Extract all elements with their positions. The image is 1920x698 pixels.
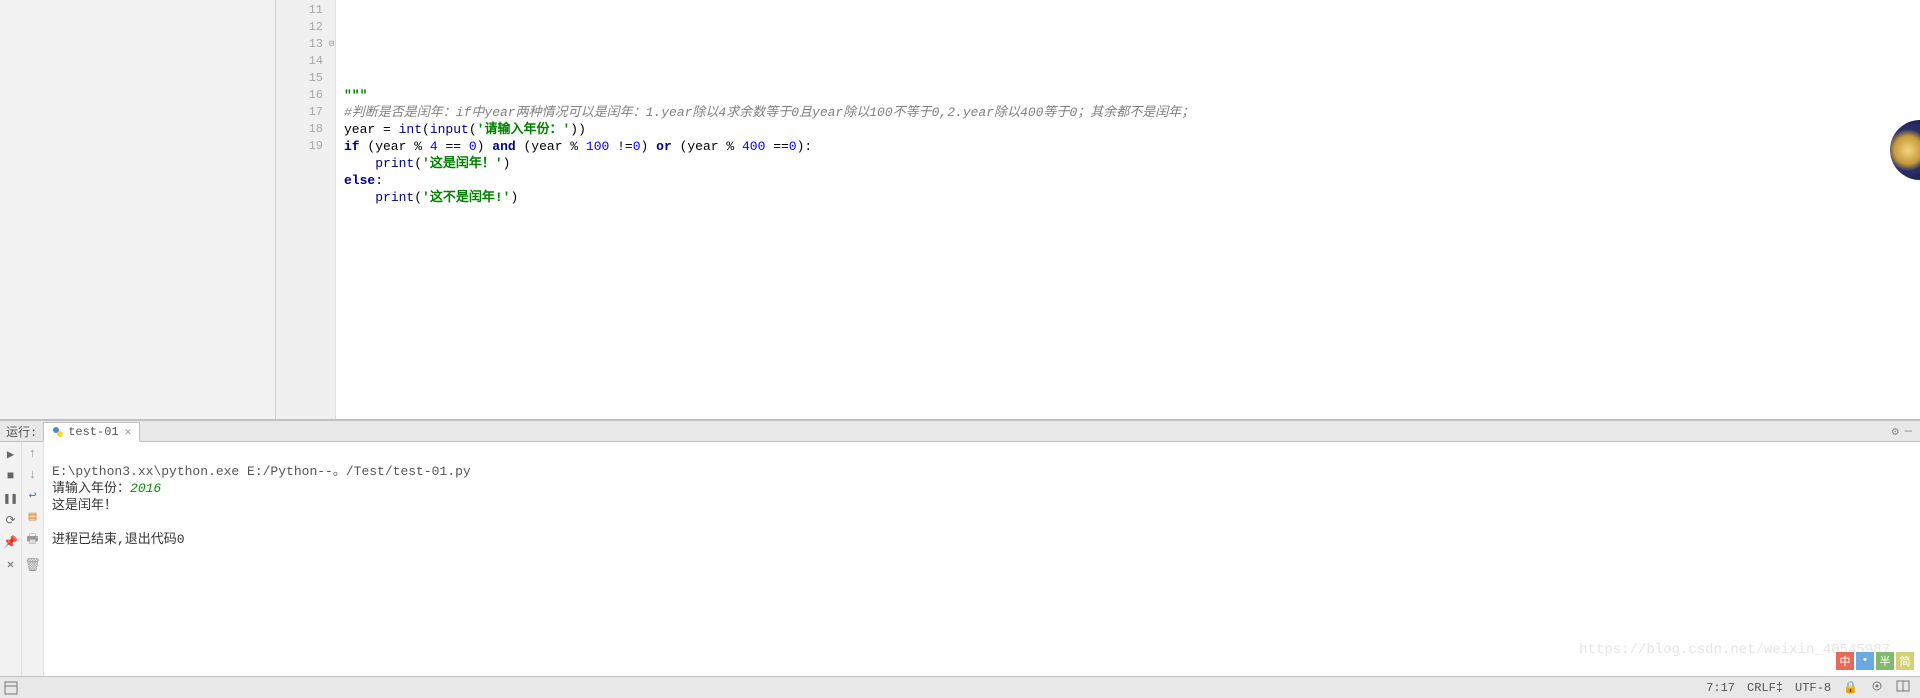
line-number: 13 [276,36,335,53]
run-label: 运行: [0,423,43,440]
line-number: 12 [276,19,335,36]
console-cmd: E:\python3.xx\python.exe E:/Python--。/Te… [52,464,471,479]
close-icon[interactable]: ✕ [125,425,132,439]
corner-badge: 半 [1876,652,1894,670]
up-icon[interactable]: ↑ [29,446,37,461]
run-toolbar-left: ▶ ■ ❚❚ ⟳ 📌 ✕ [0,442,22,676]
print-icon[interactable]: 🖶 [26,530,38,552]
line-number: 18 [276,121,335,138]
editor-area: 111213141516171819 ⊟ """#判断是否是闰年：if中year… [0,0,1920,420]
code-line[interactable] [344,53,1920,70]
code-line[interactable]: #判断是否是闰年：if中year两种情况可以是闰年：1.year除以4求余数等于… [344,104,1920,121]
restart-icon[interactable]: ⟳ [3,512,19,528]
line-number: 14 [276,53,335,70]
wrap-icon[interactable]: ↩ [29,488,37,503]
python-icon [52,426,64,438]
layout-icon[interactable]: ▤ [29,509,37,524]
play-icon[interactable]: ▶ [3,446,19,462]
down-icon[interactable]: ↓ [29,467,37,482]
run-panel-header: 运行: test-01 ✕ ⚙ — [0,420,1920,442]
trash-icon[interactable]: 🗑 [24,558,41,573]
corner-badge: 中 [1836,652,1854,670]
code-line[interactable]: print('这是闰年！') [344,155,1920,172]
pin-icon[interactable]: 📌 [3,534,19,550]
close-run-icon[interactable]: ✕ [3,556,19,572]
lock-icon[interactable]: 🔒 [1837,680,1864,695]
status-bar: 7:17 CRLF‡ UTF-8 🔒 [0,676,1920,698]
line-number: 17 [276,104,335,121]
line-number: 15 [276,70,335,87]
line-separator[interactable]: CRLF‡ [1741,681,1789,695]
run-toolbar-right: ↑ ↓ ↩ ▤ 🖶 🗑 [22,442,44,676]
file-encoding[interactable]: UTF-8 [1789,681,1837,695]
inspector-icon[interactable] [1864,679,1890,697]
code-line[interactable] [344,70,1920,87]
cursor-position[interactable]: 7:17 [1700,681,1741,695]
console-exit: 进程已结束,退出代码0 [52,532,185,547]
console-out-line: 这是闰年！ [52,498,117,513]
code-line[interactable]: print('这不是闰年!') [344,189,1920,206]
line-number: 19 [276,138,335,155]
fold-icon[interactable]: ⊟ [329,36,339,46]
editor-code[interactable]: ⊟ """#判断是否是闰年：if中year两种情况可以是闰年：1.year除以4… [336,0,1920,419]
editor-gutter: 111213141516171819 [276,0,336,419]
corner-badge: 简 [1896,652,1914,670]
run-panel-body: ▶ ■ ❚❚ ⟳ 📌 ✕ ↑ ↓ ↩ ▤ 🖶 🗑 E:\python3.xx\p… [0,442,1920,676]
console-output[interactable]: E:\python3.xx\python.exe E:/Python--。/Te… [44,442,1920,676]
pause-icon[interactable]: ❚❚ [3,490,19,506]
line-number: 16 [276,87,335,104]
code-line[interactable]: if (year % 4 == 0) and (year % 100 !=0) … [344,138,1920,155]
console-input: 2016 [130,481,161,496]
corner-badge: • [1856,652,1874,670]
stop-icon[interactable]: ■ [3,468,19,484]
line-number: 11 [276,2,335,19]
code-line[interactable]: year = int(input('请输入年份：')) [344,121,1920,138]
run-tab-name: test-01 [68,425,118,439]
code-line[interactable]: else: [344,172,1920,189]
tool-window-icon[interactable] [4,681,18,695]
console-prompt: 请输入年份： [52,481,130,496]
code-line[interactable]: """ [344,87,1920,104]
minimize-icon[interactable]: — [1903,424,1920,438]
corner-badges: 中•半简 [1836,652,1914,670]
run-tab[interactable]: test-01 ✕ [43,422,140,442]
split-icon[interactable] [1890,679,1916,697]
project-pane[interactable] [0,0,276,419]
gear-icon[interactable]: ⚙ [1888,424,1903,439]
